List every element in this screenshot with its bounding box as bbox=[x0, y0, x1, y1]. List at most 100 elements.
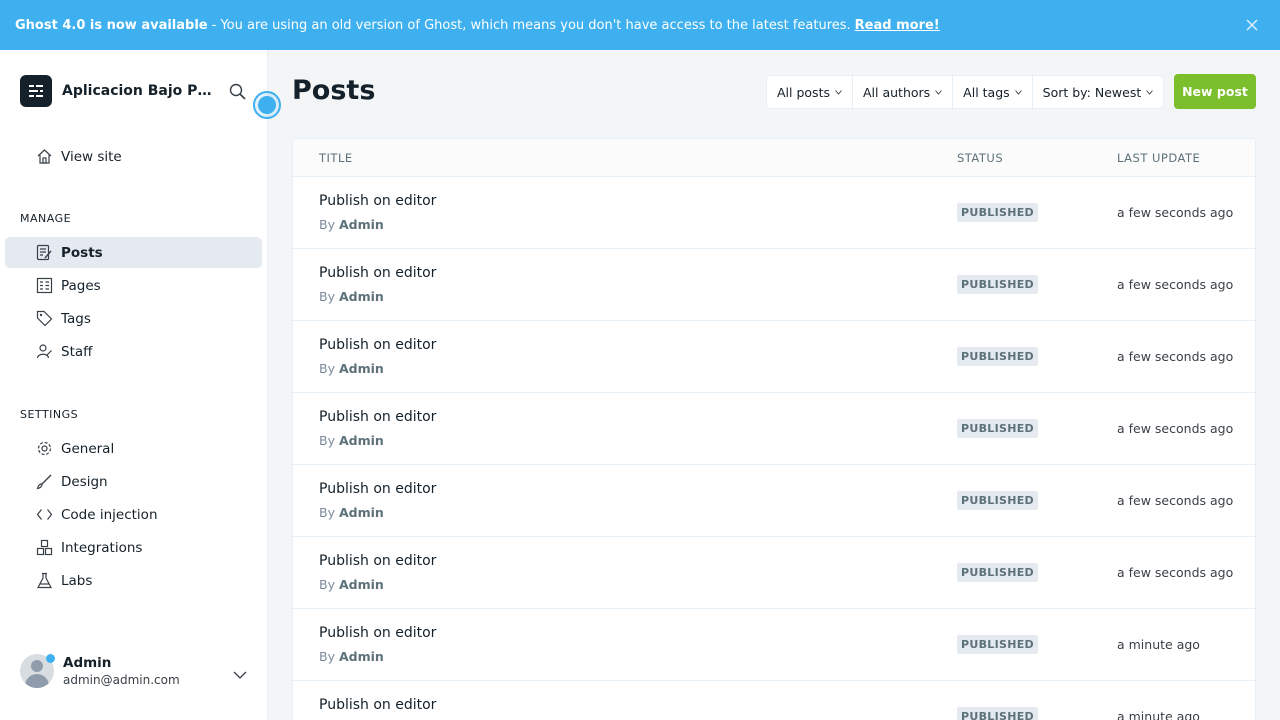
pages-icon bbox=[36, 277, 53, 294]
post-title[interactable]: Publish on editor bbox=[319, 697, 436, 713]
last-update: a few seconds ago bbox=[1117, 565, 1234, 580]
site-brand[interactable]: Aplicacion Bajo Pr... bbox=[20, 75, 212, 107]
settings-section-title: SETTINGS bbox=[20, 408, 79, 421]
sidebar: Aplicacion Bajo Pr... View site MANAGE P… bbox=[0, 50, 281, 720]
author-prefix: By bbox=[319, 361, 335, 376]
author-prefix: By bbox=[319, 505, 335, 520]
close-icon[interactable] bbox=[1242, 15, 1262, 35]
notification-dot bbox=[46, 654, 55, 663]
last-update: a few seconds ago bbox=[1117, 421, 1234, 436]
last-update: a few seconds ago bbox=[1117, 277, 1234, 292]
author-name: Admin bbox=[338, 577, 384, 592]
table-header: TITLE STATUS LAST UPDATE bbox=[293, 139, 1255, 177]
author-prefix: By bbox=[319, 433, 335, 448]
new-post-button[interactable]: New post bbox=[1174, 74, 1256, 109]
chevron-down-icon bbox=[1146, 89, 1154, 95]
chevron-down-icon bbox=[1014, 89, 1022, 95]
post-author: By Admin bbox=[319, 577, 384, 592]
nav-code-injection[interactable]: Code injection bbox=[5, 499, 262, 530]
nav-design[interactable]: Design bbox=[5, 466, 262, 497]
status-badge: PUBLISHED bbox=[957, 275, 1038, 294]
staff-icon bbox=[36, 343, 53, 360]
nav-labs[interactable]: Labs bbox=[5, 565, 262, 596]
post-title[interactable]: Publish on editor bbox=[319, 625, 436, 641]
table-row[interactable]: Publish on editor By Admin PUBLISHED a minu… bbox=[293, 609, 1255, 681]
nav-label: Posts bbox=[61, 244, 103, 261]
nav-view-site[interactable]: View site bbox=[5, 141, 262, 172]
nav-integrations[interactable]: Integrations bbox=[5, 532, 262, 563]
nav-label: Tags bbox=[61, 310, 91, 327]
tour-pulse-indicator[interactable] bbox=[253, 91, 281, 119]
filter-sort[interactable]: Sort by: Newest bbox=[1033, 76, 1164, 108]
table-row[interactable]: Publish on editor By Admin PUBLISHED a few … bbox=[293, 249, 1255, 321]
author-prefix: By bbox=[319, 217, 335, 232]
nav-label: General bbox=[61, 440, 115, 457]
author-prefix: By bbox=[319, 289, 335, 304]
page-title: Posts bbox=[292, 75, 376, 106]
post-title[interactable]: Publish on editor bbox=[319, 481, 436, 497]
nav-label: Design bbox=[61, 473, 108, 490]
table-row[interactable]: Publish on editor By Admin PUBLISHED a few … bbox=[293, 393, 1255, 465]
post-author: By Admin bbox=[319, 217, 384, 232]
filter-label: All tags bbox=[963, 84, 1010, 100]
posts-table: TITLE STATUS LAST UPDATE Publish on edit… bbox=[292, 138, 1256, 720]
author-prefix: By bbox=[319, 577, 335, 592]
author-name: Admin bbox=[338, 361, 384, 376]
last-update: a minute ago bbox=[1117, 637, 1200, 652]
post-author: By Admin bbox=[319, 361, 384, 376]
last-update: a few seconds ago bbox=[1117, 349, 1234, 364]
post-title[interactable]: Publish on editor bbox=[319, 337, 436, 353]
author-name: Admin bbox=[338, 289, 384, 304]
nav-posts[interactable]: Posts bbox=[5, 237, 262, 268]
banner-message: - You are using an old version of Ghost,… bbox=[211, 17, 851, 33]
post-title[interactable]: Publish on editor bbox=[319, 553, 436, 569]
site-title: Aplicacion Bajo Pr... bbox=[62, 83, 212, 99]
filter-label: All authors bbox=[862, 84, 931, 100]
site-logo-icon bbox=[20, 75, 52, 107]
filter-type[interactable]: All posts bbox=[767, 76, 853, 108]
post-title[interactable]: Publish on editor bbox=[319, 409, 436, 425]
search-icon[interactable] bbox=[228, 82, 248, 102]
chevron-down-icon bbox=[935, 89, 943, 95]
post-filters: All posts All authors All tags Sort by: … bbox=[766, 75, 1165, 109]
filter-label: All posts bbox=[777, 84, 830, 100]
table-row[interactable]: Publish on editor By Admin PUBLISHED a few … bbox=[293, 177, 1255, 249]
user-name: Admin bbox=[63, 655, 112, 671]
post-author: By Admin bbox=[319, 649, 384, 664]
status-badge: PUBLISHED bbox=[957, 563, 1038, 582]
chevron-down-icon[interactable] bbox=[232, 666, 248, 679]
post-title[interactable]: Publish on editor bbox=[319, 193, 436, 209]
manage-section-title: MANAGE bbox=[20, 212, 72, 225]
post-title[interactable]: Publish on editor bbox=[319, 265, 436, 281]
author-name: Admin bbox=[338, 217, 384, 232]
post-author: By Admin bbox=[319, 433, 384, 448]
home-icon bbox=[36, 148, 53, 165]
table-row[interactable]: Publish on editor By Admin PUBLISHED a few … bbox=[293, 321, 1255, 393]
update-banner: Ghost 4.0 is now available - You are usi… bbox=[0, 0, 1280, 50]
filter-author[interactable]: All authors bbox=[853, 76, 954, 108]
code-icon bbox=[36, 506, 53, 523]
author-name: Admin bbox=[338, 433, 384, 448]
nav-label: View site bbox=[61, 148, 122, 165]
nav-general[interactable]: General bbox=[5, 433, 262, 464]
read-more-link[interactable]: Read more! bbox=[855, 18, 940, 33]
gear-icon bbox=[36, 440, 53, 457]
table-row[interactable]: Publish on editorBy AdminPUBLISHEDa minu… bbox=[293, 681, 1255, 720]
table-row[interactable]: Publish on editor By Admin PUBLISHED a few … bbox=[293, 537, 1255, 609]
column-title: TITLE bbox=[319, 151, 353, 165]
nav-tags[interactable]: Tags bbox=[5, 303, 262, 334]
nav-pages[interactable]: Pages bbox=[5, 270, 262, 301]
last-update: a few seconds ago bbox=[1117, 205, 1234, 220]
tag-icon bbox=[36, 310, 53, 327]
banner-headline: Ghost 4.0 is now available bbox=[15, 17, 208, 33]
post-author: By Admin bbox=[319, 505, 384, 520]
posts-icon bbox=[36, 244, 53, 261]
column-status: STATUS bbox=[957, 151, 1004, 165]
filter-tag[interactable]: All tags bbox=[953, 76, 1033, 108]
table-row[interactable]: Publish on editor By Admin PUBLISHED a few … bbox=[293, 465, 1255, 537]
flask-icon bbox=[36, 572, 53, 589]
nav-label: Code injection bbox=[61, 506, 158, 523]
nav-staff[interactable]: Staff bbox=[5, 336, 262, 367]
author-name: Admin bbox=[338, 505, 384, 520]
status-badge: PUBLISHED bbox=[957, 635, 1038, 654]
